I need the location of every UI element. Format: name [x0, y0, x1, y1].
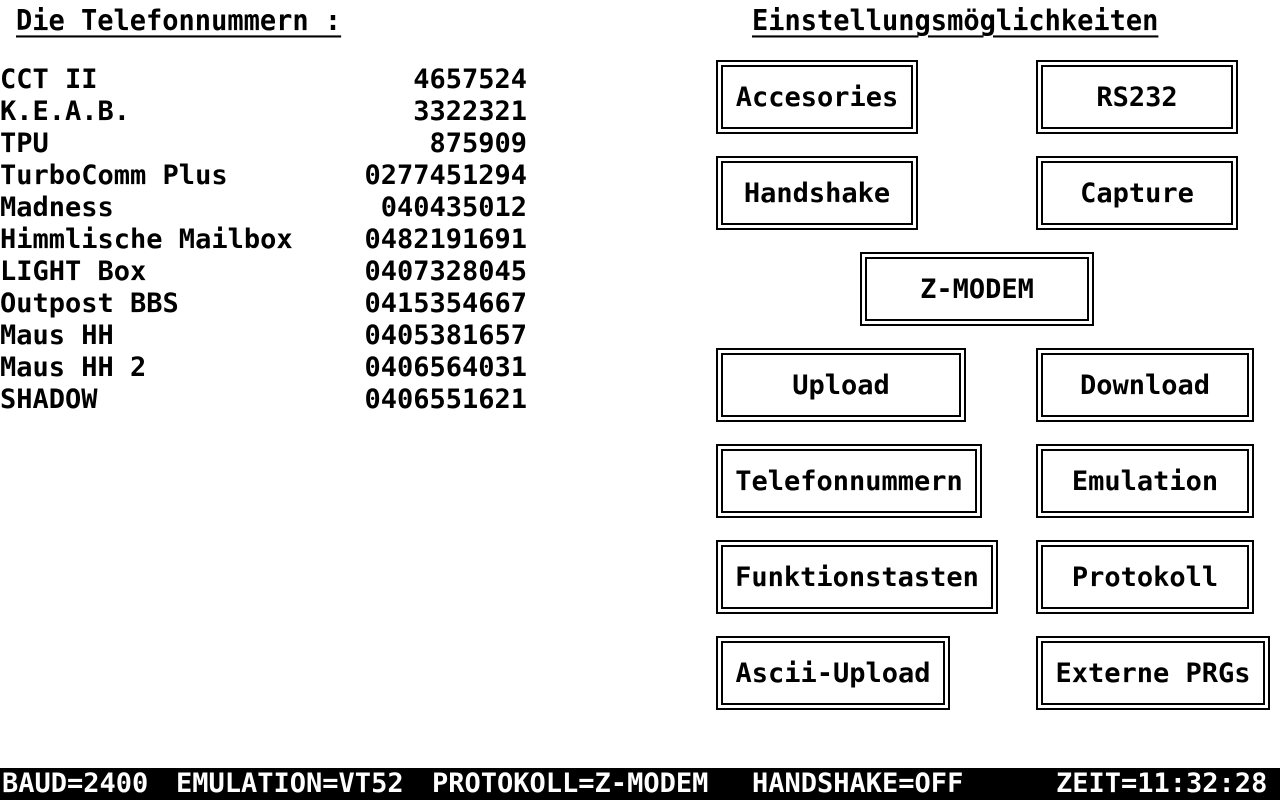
status-baud: BAUD=2400 — [2, 768, 149, 799]
phone-entry-light-box[interactable]: LIGHT Box 0407328045 — [0, 256, 532, 288]
capture-button-label: Capture — [1041, 161, 1233, 225]
status-handshake: HANDSHAKE=OFF — [752, 768, 964, 799]
phone-entry-number: 0277451294 — [364, 160, 527, 191]
zmodem-button-label: Z-MODEM — [865, 257, 1089, 321]
phone-entry-tpu[interactable]: TPU 875909 — [0, 128, 532, 160]
accessories-button[interactable]: Accesories — [716, 60, 918, 134]
handshake-button-label: Handshake — [721, 161, 913, 225]
status-time: ZEIT=11:32:28 — [1056, 768, 1268, 799]
phone-entry-himmlische-mailbox[interactable]: Himmlische Mailbox 0482191691 — [0, 224, 532, 256]
settings-heading: Einstellungsmöglichkeiten — [752, 4, 1159, 38]
phone-entry-number: 0406551621 — [364, 384, 527, 415]
phone-entry-name: K.E.A.B. — [0, 96, 131, 127]
phone-entry-number: 0415354667 — [364, 288, 527, 319]
phone-entry-name: Madness — [0, 192, 114, 223]
phone-entry-maus-hh-2[interactable]: Maus HH 2 0406564031 — [0, 352, 532, 384]
zmodem-button[interactable]: Z-MODEM — [860, 252, 1094, 326]
externe-prgs-button[interactable]: Externe PRGs — [1036, 636, 1270, 710]
phone-entry-shadow[interactable]: SHADOW 0406551621 — [0, 384, 532, 416]
status-bar: BAUD=2400 EMULATION=VT52 PROTOKOLL=Z-MOD… — [0, 768, 1280, 800]
phone-list: CCT II 4657524 K.E.A.B. 3322321 TPU 8759… — [0, 64, 532, 416]
phone-entry-name: Outpost BBS — [0, 288, 179, 319]
download-button-label: Download — [1041, 353, 1249, 417]
phone-list-heading: Die Telefonnummern : — [16, 4, 342, 38]
phone-entry-madness[interactable]: Madness 040435012 — [0, 192, 532, 224]
phone-entry-name: Maus HH 2 — [0, 352, 147, 383]
upload-button-label: Upload — [721, 353, 961, 417]
phone-entry-number: 0406564031 — [364, 352, 527, 383]
phone-entry-name: TPU — [0, 128, 49, 159]
externe-prgs-button-label: Externe PRGs — [1041, 641, 1265, 705]
telefonnummern-button[interactable]: Telefonnummern — [716, 444, 982, 518]
download-button[interactable]: Download — [1036, 348, 1254, 422]
rs232-button[interactable]: RS232 — [1036, 60, 1238, 134]
phone-entry-name: CCT II — [0, 64, 98, 95]
emulation-button-label: Emulation — [1041, 449, 1249, 513]
phone-entry-name: Maus HH — [0, 320, 114, 351]
rs232-button-label: RS232 — [1041, 65, 1233, 129]
phone-entry-number: 4657524 — [413, 64, 527, 95]
phone-entry-outpost-bbs[interactable]: Outpost BBS 0415354667 — [0, 288, 532, 320]
phone-entry-number: 0482191691 — [364, 224, 527, 255]
status-emulation: EMULATION=VT52 — [176, 768, 404, 799]
phone-entry-name: Himmlische Mailbox — [0, 224, 293, 255]
ascii-upload-button-label: Ascii-Upload — [721, 641, 945, 705]
phone-entry-number: 040435012 — [380, 192, 527, 223]
funktionstasten-button-label: Funktionstasten — [721, 545, 993, 609]
upload-button[interactable]: Upload — [716, 348, 966, 422]
capture-button[interactable]: Capture — [1036, 156, 1238, 230]
emulation-button[interactable]: Emulation — [1036, 444, 1254, 518]
phone-entry-name: SHADOW — [0, 384, 98, 415]
phone-entry-number: 875909 — [429, 128, 527, 159]
protokoll-button-label: Protokoll — [1041, 545, 1249, 609]
phone-entry-turbocomm-plus[interactable]: TurboComm Plus 0277451294 — [0, 160, 532, 192]
phone-entry-name: TurboComm Plus — [0, 160, 228, 191]
accessories-button-label: Accesories — [721, 65, 913, 129]
funktionstasten-button[interactable]: Funktionstasten — [716, 540, 998, 614]
phone-entry-name: LIGHT Box — [0, 256, 147, 287]
phone-entry-number: 0407328045 — [364, 256, 527, 287]
phone-entry-number: 0405381657 — [364, 320, 527, 351]
phone-entry-number: 3322321 — [413, 96, 527, 127]
status-protocol: PROTOKOLL=Z-MODEM — [432, 768, 709, 799]
phone-entry-maus-hh[interactable]: Maus HH 0405381657 — [0, 320, 532, 352]
ascii-upload-button[interactable]: Ascii-Upload — [716, 636, 950, 710]
handshake-button[interactable]: Handshake — [716, 156, 918, 230]
phone-entry-keab[interactable]: K.E.A.B. 3322321 — [0, 96, 532, 128]
phone-entry-cct-ii[interactable]: CCT II 4657524 — [0, 64, 532, 96]
telefonnummern-button-label: Telefonnummern — [721, 449, 977, 513]
protokoll-button[interactable]: Protokoll — [1036, 540, 1254, 614]
